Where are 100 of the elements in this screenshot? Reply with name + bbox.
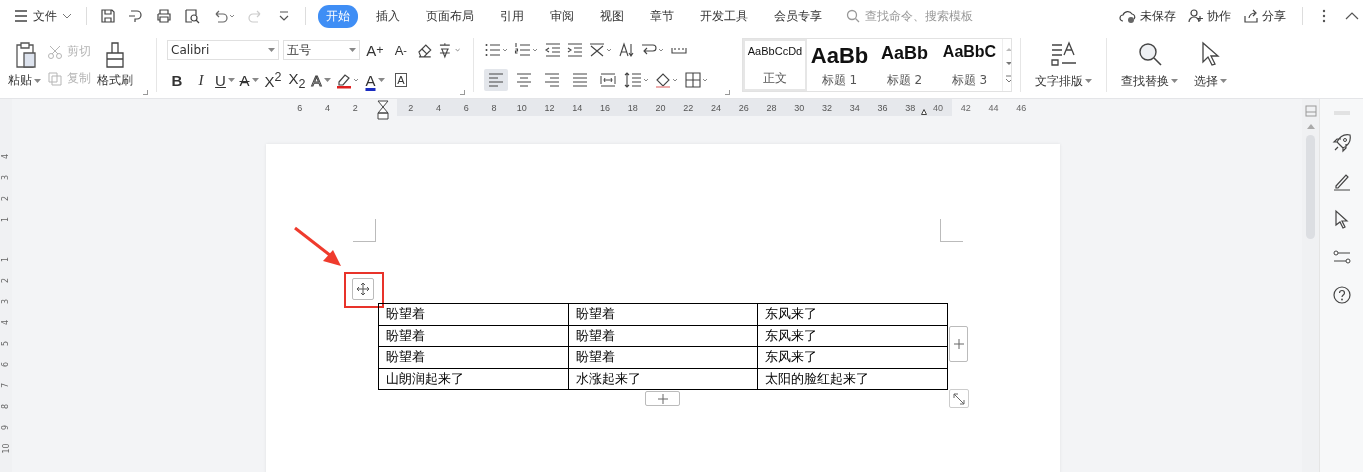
- font-boxed-button[interactable]: A: [395, 73, 407, 87]
- table-cell: 太阳的脸红起来了: [757, 368, 948, 390]
- table-resize-handle[interactable]: [949, 389, 969, 408]
- caret-icon: [377, 78, 385, 82]
- help-icon[interactable]: [1331, 285, 1352, 305]
- ruler-number: 2: [407, 102, 415, 113]
- menu-icon: [14, 10, 28, 22]
- paste-button[interactable]: 粘贴: [8, 41, 41, 89]
- style-preset[interactable]: AaBbCcDd 正文: [743, 39, 807, 91]
- align-icon: [600, 73, 616, 87]
- ruler-number: 28: [765, 102, 778, 113]
- action-button[interactable]: 未保存: [1119, 7, 1176, 25]
- numbered-list-icon[interactable]: [514, 41, 540, 59]
- ruler-number: 30: [793, 102, 806, 113]
- text-direction-icon[interactable]: [588, 41, 614, 59]
- ruler-number: 12: [543, 102, 556, 113]
- chevron-icon: [62, 13, 72, 19]
- ruler-number: 32: [821, 102, 834, 113]
- sort-icon[interactable]: [618, 41, 636, 59]
- table-cell: 东风来了: [757, 346, 948, 368]
- indent-marker-icon[interactable]: [377, 100, 390, 120]
- font-name-field[interactable]: Calibri: [167, 40, 280, 60]
- preview-icon[interactable]: [184, 8, 200, 24]
- plus-icon: [953, 339, 964, 349]
- font-strike-button[interactable]: A: [239, 69, 259, 91]
- caret-icon: [1171, 79, 1178, 83]
- ruler-number: 10: [515, 102, 528, 113]
- resize-icon: [953, 392, 965, 405]
- find-replace-button[interactable]: 查找替换: [1113, 32, 1186, 98]
- action-button[interactable]: 分享: [1243, 7, 1286, 25]
- print-icon[interactable]: [156, 8, 172, 24]
- font-italic-button[interactable]: I: [191, 69, 211, 91]
- table-cell: 盼望着: [568, 346, 758, 368]
- export-icon[interactable]: [128, 8, 144, 24]
- table-move-handle[interactable]: [352, 278, 374, 300]
- right-indent-marker-icon[interactable]: [921, 109, 928, 115]
- annotation-arrow: [293, 226, 343, 268]
- file-menu[interactable]: 文件: [10, 7, 76, 25]
- search-icon: [1136, 40, 1163, 67]
- ruler-number: 44: [987, 102, 1000, 113]
- font-effect-button[interactable]: A: [311, 69, 331, 91]
- line-spacing-icon[interactable]: [624, 71, 650, 89]
- move-icon: [357, 283, 369, 295]
- font-bold-button[interactable]: B: [167, 69, 187, 91]
- bullet-list-icon[interactable]: [484, 41, 510, 59]
- ruler-number: 1: [0, 216, 12, 223]
- decrease-indent-icon[interactable]: [544, 41, 562, 59]
- font-sub-button[interactable]: X$_{2}$: [287, 69, 307, 91]
- font-color-button[interactable]: A: [365, 69, 385, 91]
- table-cell: 盼望着: [568, 325, 758, 347]
- font-size-field[interactable]: 五号: [283, 40, 360, 60]
- save-icon[interactable]: [100, 8, 116, 24]
- rocket-icon[interactable]: [1331, 133, 1352, 153]
- align-icon: [572, 73, 588, 87]
- ruler-number: 16: [599, 102, 612, 113]
- ribbon-tab[interactable]: 会员专享: [766, 4, 830, 28]
- caret-icon: [1085, 79, 1092, 83]
- search-field[interactable]: 查找命令、搜索模板: [846, 8, 1007, 24]
- brush-icon: [104, 41, 126, 69]
- caret-icon: [1220, 79, 1227, 83]
- ruler-number: 22: [682, 102, 695, 113]
- ruler-number: 2: [0, 195, 12, 202]
- action-button[interactable]: 协作: [1188, 7, 1231, 25]
- ruler-number: 38: [904, 102, 917, 113]
- style-preset[interactable]: AaBb 标题 2: [872, 39, 937, 91]
- font-underline-button[interactable]: U: [215, 69, 235, 91]
- crop-mark: [353, 219, 376, 242]
- text-layout-button[interactable]: 文字排版: [1027, 32, 1100, 98]
- style-preset[interactable]: AaBb 标题 1: [807, 39, 872, 91]
- ribbon-tab[interactable]: 审阅: [542, 4, 582, 28]
- style-preset[interactable]: AaBbC 标题 3: [937, 39, 1002, 91]
- select-button[interactable]: 选择: [1186, 32, 1235, 98]
- cursor-icon: [1199, 40, 1222, 67]
- ruler-number: 20: [654, 102, 667, 113]
- borders-icon[interactable]: [684, 71, 710, 89]
- eraser-icon[interactable]: [415, 41, 434, 59]
- ruler-number: 36: [876, 102, 889, 113]
- table-cell: 盼望着: [378, 325, 569, 347]
- ruler-number: 8: [490, 102, 498, 113]
- format-painter-button[interactable]: 格式刷: [97, 41, 133, 89]
- ribbon-tab[interactable]: 开发工具: [692, 4, 756, 28]
- ribbon-tab[interactable]: 插入: [368, 4, 408, 28]
- ribbon-tab[interactable]: 页面布局: [418, 4, 482, 28]
- ruler-number: 6: [296, 102, 304, 113]
- increase-indent-icon[interactable]: [566, 41, 584, 59]
- ruler-number: 7: [0, 382, 12, 389]
- sliders-icon[interactable]: [1331, 247, 1352, 267]
- ribbon-tab[interactable]: 视图: [592, 4, 632, 28]
- ribbon-tab[interactable]: 章节: [642, 4, 682, 28]
- ruler-number: 4: [435, 102, 443, 113]
- font-super-button[interactable]: X$^{2}$: [263, 69, 283, 91]
- phonetic-icon[interactable]: [437, 41, 463, 59]
- ruler-number: 42: [959, 102, 972, 113]
- ruler-number: 40: [932, 102, 945, 113]
- ribbon-tab[interactable]: 引用: [492, 4, 532, 28]
- scissors-icon: [47, 44, 63, 59]
- caret-icon: [251, 78, 259, 82]
- ruler-number: 9: [0, 424, 12, 431]
- table-cell: 盼望着: [568, 303, 758, 325]
- shading-icon[interactable]: [654, 71, 680, 89]
